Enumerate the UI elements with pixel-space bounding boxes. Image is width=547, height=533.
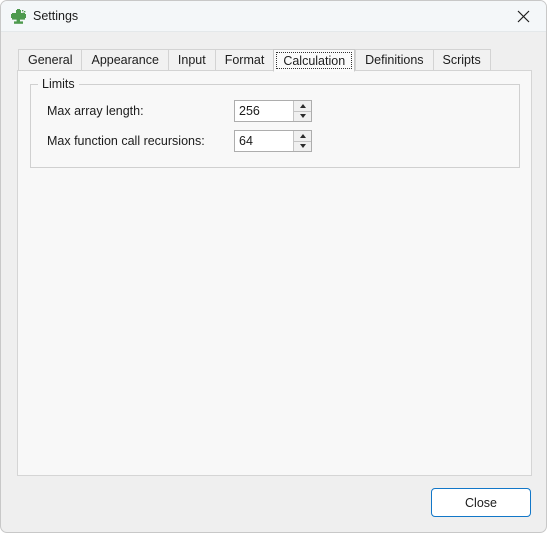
tab-calculation[interactable]: Calculation	[273, 49, 356, 72]
tab-label: Format	[224, 53, 265, 67]
settings-window: Settings General Appearance Input Format…	[0, 0, 547, 533]
max-function-call-recursions-spinner[interactable]	[234, 130, 312, 152]
max-array-length-row: Max array length:	[47, 100, 507, 122]
max-function-call-recursions-input[interactable]	[235, 131, 293, 151]
max-array-length-label: Max array length:	[47, 104, 144, 118]
spinner-buttons	[293, 101, 311, 121]
tab-label: Calculation	[283, 53, 346, 68]
tab-label: Scripts	[442, 53, 481, 67]
max-array-length-input[interactable]	[235, 101, 293, 121]
close-button-label: Close	[465, 495, 497, 510]
arrow-down-icon[interactable]	[294, 141, 311, 151]
tab-appearance[interactable]: Appearance	[81, 49, 168, 71]
tab-input[interactable]: Input	[167, 49, 215, 71]
close-button[interactable]: Close	[431, 488, 531, 517]
max-function-call-recursions-label: Max function call recursions:	[47, 134, 205, 148]
close-icon[interactable]	[500, 1, 546, 31]
limits-group-box: Limits Max array length: Max function ca…	[30, 77, 520, 168]
tab-definitions[interactable]: Definitions	[355, 49, 433, 71]
tab-label: Input	[177, 53, 206, 67]
tab-general[interactable]: General	[18, 49, 82, 71]
tab-scripts[interactable]: Scripts	[432, 49, 491, 71]
spinner-buttons	[293, 131, 311, 151]
max-function-call-recursions-row: Max function call recursions:	[47, 130, 507, 152]
arrow-up-icon[interactable]	[294, 101, 311, 112]
title-bar: Settings	[1, 1, 546, 32]
arrow-down-icon[interactable]	[294, 111, 311, 121]
tab-label: Definitions	[365, 53, 424, 67]
tab-bar: General Appearance Input Format Calculat…	[18, 48, 491, 72]
tab-panel-calculation: Limits Max array length: Max function ca…	[17, 70, 532, 476]
max-array-length-spinner[interactable]	[234, 100, 312, 122]
window-title: Settings	[33, 9, 79, 23]
limits-group-label: Limits	[38, 77, 79, 91]
tab-format[interactable]: Format	[214, 49, 274, 71]
tab-label: Appearance	[91, 53, 159, 67]
cactus-icon	[10, 8, 27, 25]
tab-label: General	[28, 53, 73, 67]
arrow-up-icon[interactable]	[294, 131, 311, 142]
